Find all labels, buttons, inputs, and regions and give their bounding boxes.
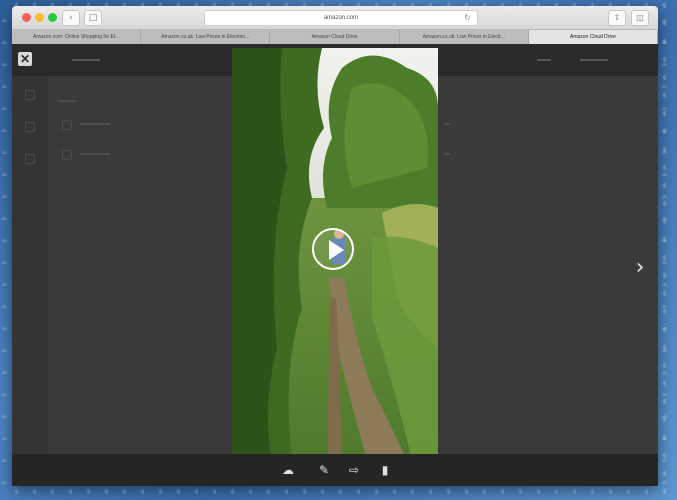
next-arrow-icon[interactable]: › [632, 256, 648, 280]
background-file-list-right: ▬ ▬ [438, 76, 658, 454]
minimize-window-button[interactable] [35, 13, 44, 22]
background-list-row: ▬ [444, 151, 450, 157]
address-text: amazon.com [323, 15, 359, 21]
background-list-header: ▬▬▬ [58, 98, 76, 104]
background-search-icon [25, 90, 35, 100]
reload-icon[interactable]: ↻ [464, 11, 471, 25]
background-sidebar [12, 76, 48, 454]
tab[interactable]: Amazon.co.uk: Low Prices in Electr... [400, 30, 529, 44]
tab-active[interactable]: Amazon Cloud Drive [528, 30, 658, 44]
background-file-list: ▬▬▬ ▬▬▬▬▬ ▬▬▬▬▬ [48, 76, 232, 454]
show-tabs-icon[interactable]: ◫ [631, 10, 649, 26]
trash-icon[interactable]: ▮ [377, 463, 393, 477]
browser-toolbar: ‹ □ amazon.com ↻ ⇧ ◫ [12, 6, 658, 30]
share-icon[interactable]: ⇧ [608, 10, 626, 26]
edit-icon[interactable]: ✎ [316, 463, 332, 477]
background-list-row: ▬▬▬▬▬ [80, 121, 110, 127]
background-list-row: ▬▬▬▬▬ [80, 151, 110, 157]
background-header-text: ▬▬▬▬ [72, 56, 100, 63]
media-viewer-overlay: ✕ ▬▬▬▬ ▬▬ ▬▬▬▬ ▬▬▬ ▬▬▬▬▬ ▬▬▬▬▬ ▬ ▬ › ☁ ✎… [12, 44, 658, 486]
share-icon[interactable]: ⇨ [346, 463, 362, 477]
close-window-button[interactable] [22, 13, 31, 22]
zoom-window-button[interactable] [48, 13, 57, 22]
play-button[interactable] [312, 228, 354, 270]
background-nav-icon [25, 122, 35, 132]
background-header-text: ▬▬▬▬ [580, 56, 608, 63]
play-icon [329, 240, 344, 260]
tab[interactable]: Amazon.com: Online Shopping for El... [12, 30, 142, 44]
tab[interactable]: Amazon.co.uk: Low Prices in Electron... [141, 30, 271, 44]
tab-bar: Amazon.com: Online Shopping for El... Am… [12, 30, 658, 44]
background-nav-icon [25, 154, 35, 164]
close-viewer-icon[interactable]: ✕ [18, 52, 32, 66]
video-frame[interactable] [232, 48, 438, 460]
background-folder-icon [62, 150, 72, 160]
address-bar[interactable]: amazon.com ↻ [204, 10, 478, 26]
viewer-toolbar: ☁ ✎ ⇨ ▮ [12, 454, 658, 486]
background-header-text: ▬▬ [537, 56, 551, 63]
background-folder-icon [62, 120, 72, 130]
background-list-row: ▬ [444, 121, 450, 127]
download-icon[interactable]: ☁ [280, 463, 296, 477]
back-button[interactable]: ‹ [62, 10, 80, 26]
sidebar-toggle-icon[interactable]: □ [84, 10, 102, 26]
tab[interactable]: Amazon Cloud Drive [270, 30, 400, 44]
browser-window: ‹ □ amazon.com ↻ ⇧ ◫ Amazon.com: Online … [12, 6, 658, 486]
